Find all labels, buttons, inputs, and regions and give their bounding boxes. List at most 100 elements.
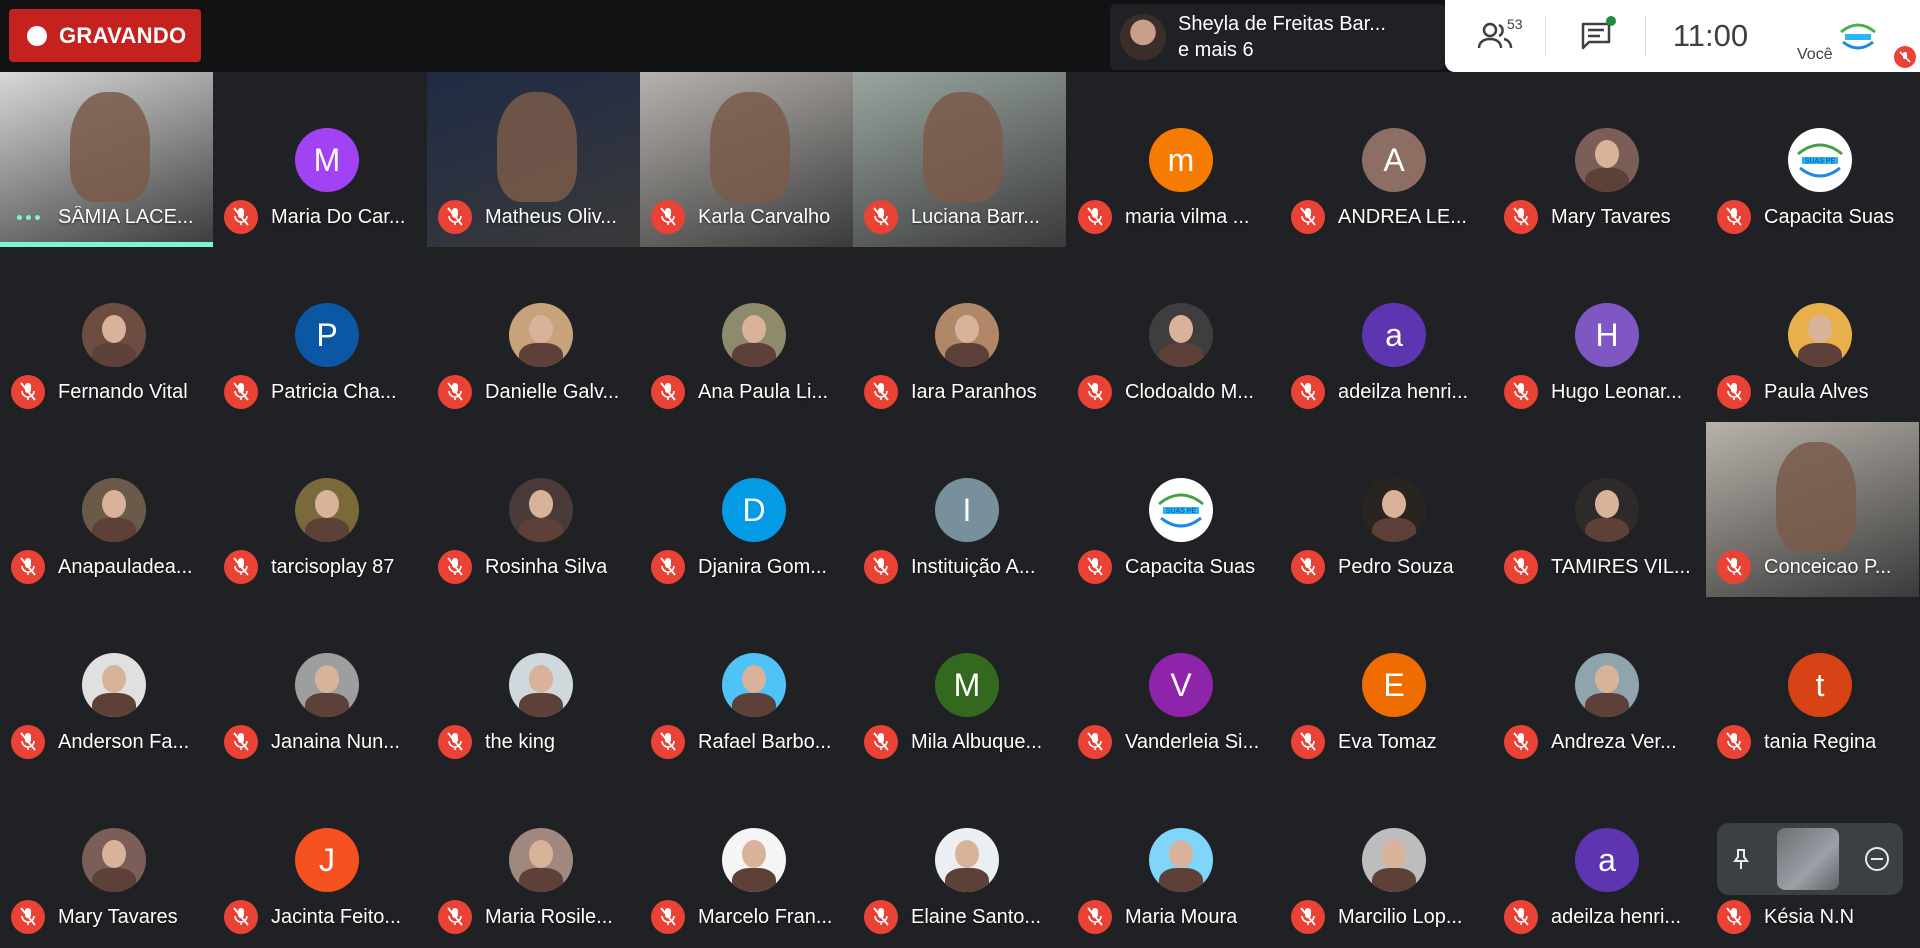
participant-tile[interactable]: t tania Regina [1706, 597, 1919, 773]
participant-tile[interactable]: P Patricia Cha... [213, 247, 426, 423]
participant-tile[interactable]: H Hugo Leonar... [1493, 247, 1706, 423]
participant-tile[interactable]: SUAS PE Capacita Suas [1706, 72, 1919, 248]
participant-tile[interactable]: Karla Carvalho [640, 72, 853, 248]
avatar [509, 828, 573, 892]
presenter-more: e mais 6 [1178, 39, 1254, 61]
name-row: Clodoaldo M... [1078, 375, 1274, 409]
participant-tile[interactable]: Marcelo Fran... [640, 772, 853, 948]
name-row: Capacita Suas [1717, 200, 1913, 234]
mic-off-icon [438, 725, 472, 759]
participant-tile[interactable]: Anderson Fa... [0, 597, 213, 773]
participant-tile[interactable]: SÂMIA LACE... [0, 72, 213, 248]
name-row: Késia N.N [1717, 900, 1913, 934]
recording-indicator[interactable]: GRAVANDO [9, 9, 201, 62]
participant-name: Rosinha Silva [485, 555, 608, 578]
avatar [1575, 478, 1639, 542]
participant-tile[interactable]: the king [427, 597, 640, 773]
participant-name: Janaina Nun... [271, 730, 400, 753]
participant-tile[interactable]: Mary Tavares [1493, 72, 1706, 248]
avatar [1149, 303, 1213, 367]
participant-tile[interactable]: M Maria Do Car... [213, 72, 426, 248]
participant-tile[interactable]: Danielle Galv... [427, 247, 640, 423]
participant-tile[interactable]: a adeilza henri... [1280, 247, 1493, 423]
participant-tile[interactable]: a adeilza henri... [1493, 772, 1706, 948]
participant-tile[interactable]: m maria vilma ... [1067, 72, 1280, 248]
participant-tile[interactable]: D Djanira Gom... [640, 422, 853, 598]
participant-tile[interactable]: Fernando Vital [0, 247, 213, 423]
participant-tile[interactable]: Rosinha Silva [427, 422, 640, 598]
participant-tile[interactable]: TAMIRES VIL... [1493, 422, 1706, 598]
participant-tile[interactable]: V Vanderleia Si... [1067, 597, 1280, 773]
name-row: Karla Carvalho [651, 200, 847, 234]
chat-icon [1581, 22, 1610, 50]
participant-tile[interactable]: Clodoaldo M... [1067, 247, 1280, 423]
avatar: a [1362, 303, 1426, 367]
presenter-avatar [1120, 14, 1166, 60]
participant-tile[interactable]: Ana Paula Li... [640, 247, 853, 423]
participant-tile[interactable]: SUAS PE Capacita Suas [1067, 422, 1280, 598]
avatar: J [295, 828, 359, 892]
participant-tile[interactable]: tarcisoplay 87 [213, 422, 426, 598]
mic-off-icon [11, 725, 45, 759]
participant-tile[interactable]: J Jacinta Feito... [213, 772, 426, 948]
participant-tile[interactable]: M Mila Albuque... [853, 597, 1066, 773]
participant-name: Maria Rosile... [485, 905, 613, 928]
participant-tile[interactable]: Elaine Santo... [853, 772, 1066, 948]
participant-tile[interactable]: Anapauladea... [0, 422, 213, 598]
participant-tile[interactable]: Maria Moura [1067, 772, 1280, 948]
participant-name: Matheus Oliv... [485, 205, 617, 228]
avatar [722, 653, 786, 717]
self-tile[interactable]: Você [1792, 0, 1920, 72]
participant-tile[interactable]: E Eva Tomaz [1280, 597, 1493, 773]
capacita-suas-logo-icon [1836, 15, 1880, 59]
avatar: t [1788, 653, 1852, 717]
participant-tile[interactable]: Matheus Oliv... [427, 72, 640, 248]
avatar [509, 653, 573, 717]
participant-name: Eva Tomaz [1338, 730, 1437, 753]
participant-name: Karla Carvalho [698, 205, 831, 228]
participant-tile[interactable]: Maria Rosile... [427, 772, 640, 948]
name-row: Elaine Santo... [864, 900, 1060, 934]
participant-name: Mary Tavares [58, 905, 178, 928]
participant-tile[interactable]: Andreza Ver... [1493, 597, 1706, 773]
participant-tile[interactable]: Iara Paranhos [853, 247, 1066, 423]
participants-button[interactable]: 53 [1445, 0, 1545, 72]
participant-name: Capacita Suas [1764, 205, 1895, 228]
avatar: H [1575, 303, 1639, 367]
participant-tile[interactable]: I Instituição A... [853, 422, 1066, 598]
mic-off-icon [864, 725, 898, 759]
mic-off-icon [1078, 200, 1112, 234]
name-row: Mary Tavares [1504, 200, 1700, 234]
mic-off-icon [651, 725, 685, 759]
name-row: tarcisoplay 87 [224, 550, 420, 584]
minimize-icon[interactable] [1863, 845, 1891, 873]
participant-tile[interactable]: Janaina Nun... [213, 597, 426, 773]
presenter-chip[interactable]: Sheyla de Freitas Bar... e mais 6 [1110, 4, 1445, 70]
self-view-thumbnail[interactable] [1777, 828, 1839, 890]
participant-name: Marcilio Lop... [1338, 905, 1463, 928]
avatar: SUAS PE [1149, 478, 1213, 542]
participant-name: Clodoaldo M... [1125, 380, 1254, 403]
record-dot-icon [27, 25, 47, 46]
participant-tile[interactable]: Marcilio Lop... [1280, 772, 1493, 948]
pin-icon[interactable] [1729, 847, 1753, 871]
name-row: SÂMIA LACE... [11, 200, 207, 234]
participant-tile[interactable]: Pedro Souza [1280, 422, 1493, 598]
mic-off-icon [651, 900, 685, 934]
participant-name: Paula Alves [1764, 380, 1869, 403]
mic-off-icon [1291, 375, 1325, 409]
name-row: Maria Do Car... [224, 200, 420, 234]
participant-tile[interactable]: Luciana Barr... [853, 72, 1066, 248]
chat-button[interactable] [1545, 16, 1645, 56]
participant-tile[interactable]: A ANDREA LE... [1280, 72, 1493, 248]
participant-name: SÂMIA LACE... [58, 205, 194, 228]
participant-tile[interactable]: Conceicao P... [1706, 422, 1919, 598]
participant-tile[interactable]: Rafael Barbo... [640, 597, 853, 773]
participant-tile[interactable]: Mary Tavares [0, 772, 213, 948]
participant-name: tania Regina [1764, 730, 1877, 753]
avatar [295, 653, 359, 717]
name-row: Anderson Fa... [11, 725, 207, 759]
participant-tile[interactable]: Paula Alves [1706, 247, 1919, 423]
mic-off-icon [1078, 375, 1112, 409]
participant-name: Luciana Barr... [911, 205, 1040, 228]
